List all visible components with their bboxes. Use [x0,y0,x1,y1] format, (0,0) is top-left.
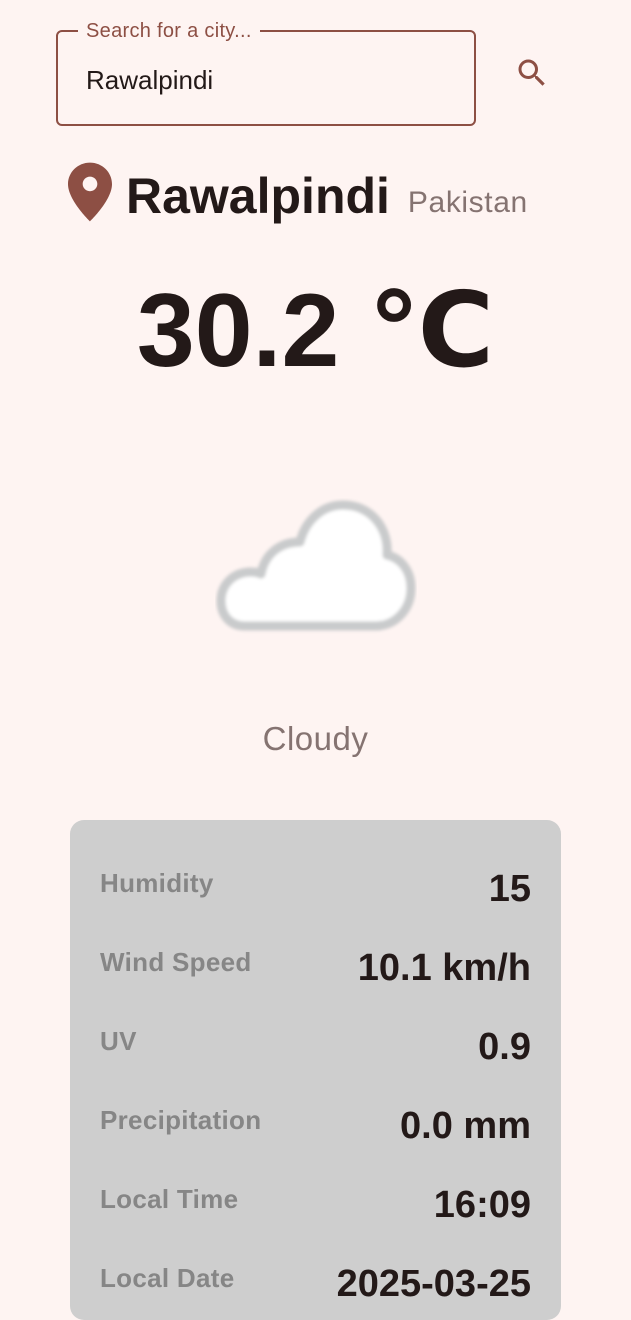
location-pin-icon [68,162,112,222]
detail-value: 10.1 km/h [357,947,531,989]
detail-row-precipitation: Precipitation 0.0 mm [100,1105,531,1155]
detail-row-uv: UV 0.9 [100,1026,531,1076]
detail-label: Precipitation [100,1105,262,1135]
search-icon [518,59,545,86]
detail-value: 15 [488,868,531,910]
weather-details-card: Humidity 15 Wind Speed 10.1 km/h UV 0.9 … [70,820,561,1320]
detail-row-humidity: Humidity 15 [100,868,531,918]
detail-label: UV [100,1026,137,1056]
search-input[interactable] [86,60,446,100]
temperature-value: 30.2 ℃ [136,273,495,389]
detail-label: Humidity [100,868,214,898]
city-name: Rawalpindi [126,168,390,224]
detail-value: 2025-03-25 [336,1263,531,1305]
cloud-icon [216,500,416,631]
detail-value: 0.0 mm [400,1105,531,1147]
search-button[interactable] [506,50,558,96]
country-name: Pakistan [407,186,528,219]
detail-row-local-time: Local Time 16:09 [100,1184,531,1234]
search-label: Search for a city... [78,17,260,45]
detail-label: Wind Speed [100,947,252,977]
detail-label: Local Time [100,1184,239,1214]
search-field[interactable]: Search for a city... [56,17,476,126]
detail-value: 16:09 [433,1184,531,1226]
detail-label: Local Date [100,1263,235,1293]
detail-row-local-date: Local Date 2025-03-25 [100,1263,531,1313]
detail-value: 0.9 [478,1026,531,1068]
location-header: Rawalpindi Pakistan [68,158,528,228]
search-input-outline[interactable]: Search for a city... [56,17,476,126]
weather-condition: Cloudy [262,720,369,757]
detail-row-wind-speed: Wind Speed 10.1 km/h [100,947,531,997]
